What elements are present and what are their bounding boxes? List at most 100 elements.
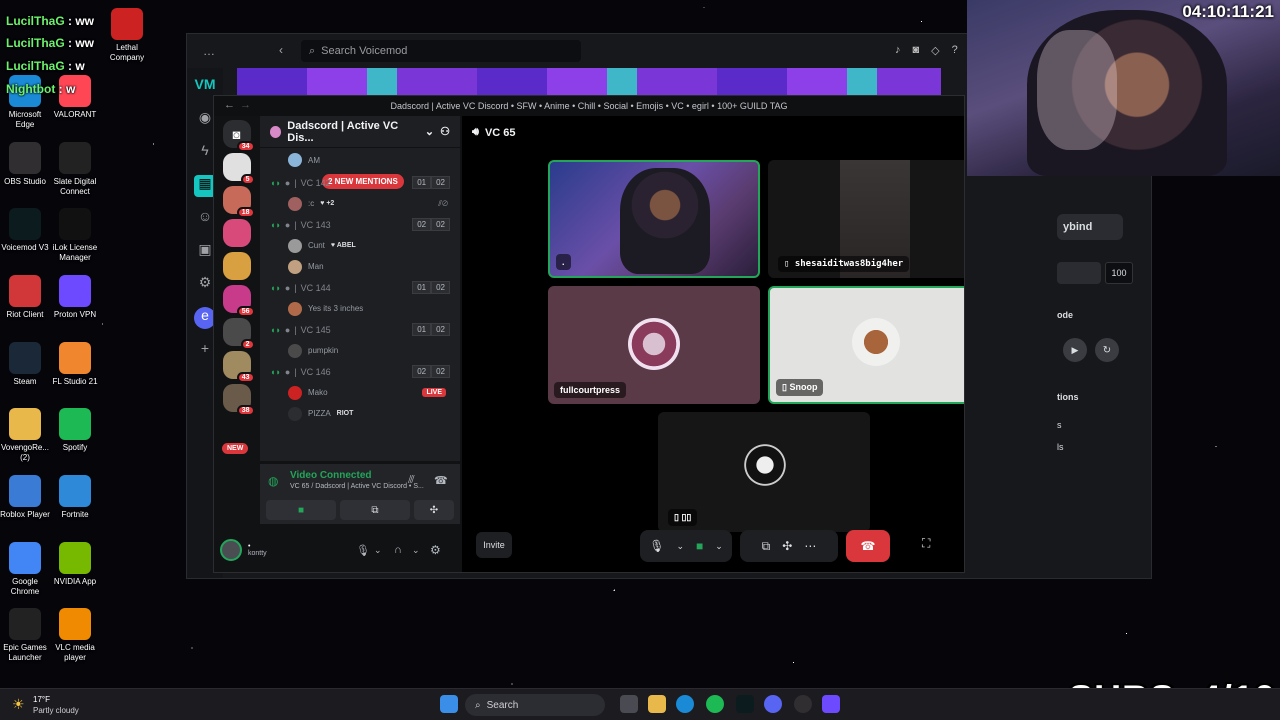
desktop-shortcut[interactable]: Roblox Player — [0, 475, 50, 520]
desktop-shortcut[interactable]: Google Chrome — [0, 542, 50, 597]
voice-channel[interactable]: ◖◗ ● | VC 142 01 02 — [260, 172, 460, 193]
option-item[interactable]: ls — [1057, 442, 1064, 452]
microphone-icon[interactable]: 🎙︎ — [649, 539, 664, 553]
avatar-tile[interactable]: fullcourtpress — [548, 286, 760, 404]
task-view-icon[interactable] — [620, 695, 638, 713]
weather-icon[interactable]: ☀ — [12, 696, 25, 713]
video-tile[interactable]: ▯ shesaiditwas8big4her — [768, 160, 964, 278]
proton-vpn-icon[interactable] — [822, 695, 840, 713]
bell-icon[interactable]: ♪ — [895, 44, 901, 57]
desktop-shortcut[interactable]: Lethal Company — [102, 8, 152, 63]
discord-home-icon[interactable]: ◙ 34 — [222, 120, 255, 152]
chevron-down-icon[interactable]: ⌄ — [715, 541, 723, 552]
desktop-shortcut[interactable]: Epic Games Launcher — [0, 608, 50, 663]
option-item[interactable]: s — [1057, 420, 1062, 430]
file-explorer-icon[interactable] — [648, 695, 666, 713]
avatar[interactable] — [220, 539, 242, 561]
server-icon[interactable]: 18 — [222, 186, 255, 218]
desktop-shortcut[interactable]: Slate Digital Connect — [50, 142, 100, 197]
forward-icon[interactable]: → — [240, 99, 251, 111]
disconnect-icon[interactable]: ☎ — [434, 474, 448, 487]
fullscreen-icon[interactable]: ⛶ — [922, 536, 930, 551]
server-icon[interactable]: 2 — [222, 318, 255, 350]
server-icon[interactable]: 56 — [222, 285, 255, 317]
weather-temp[interactable]: 17°F — [33, 695, 50, 704]
voicemod-search-input[interactable]: ⌕ Search Voicemod — [301, 40, 581, 62]
server-icon[interactable] — [222, 252, 251, 280]
discord-icon[interactable]: ◙ — [913, 44, 920, 57]
new-pill[interactable]: NEW — [222, 443, 249, 454]
voice-channel[interactable]: ◖◗ ● | VC 145 01 02 — [260, 319, 460, 340]
headphones-icon[interactable]: ∩ — [394, 544, 402, 556]
desktop-shortcut[interactable]: Spotify — [50, 408, 100, 453]
voice-user[interactable]: PIZZA RIOT — [260, 403, 460, 424]
play-button[interactable]: ▶ — [1063, 338, 1087, 362]
chevron-down-icon[interactable]: ⌄ — [412, 545, 420, 556]
activities-button[interactable]: ✣ — [414, 500, 454, 520]
voice-channel[interactable]: ◖◗ ● | VC 146 02 02 — [260, 361, 460, 382]
video-connected-status[interactable]: Video Connected — [290, 470, 372, 481]
voice-channel[interactable]: ◖◗ ● | VC 143 02 02 — [260, 214, 460, 235]
desktop-shortcut[interactable]: Proton VPN — [50, 275, 100, 320]
activities-icon[interactable]: ✣ — [782, 539, 792, 553]
more-icon[interactable]: … — [203, 44, 215, 58]
edge-icon[interactable] — [676, 695, 694, 713]
voice-user[interactable]: :c ♥ +2 ⫽⊘ — [260, 193, 460, 214]
help-icon[interactable]: ? — [952, 44, 958, 57]
server-icon[interactable]: 38 — [222, 384, 255, 416]
noise-suppression-icon[interactable]: ⫻ — [408, 474, 415, 487]
desktop-shortcut[interactable]: OBS Studio — [0, 142, 50, 187]
volume-slider[interactable] — [1057, 262, 1101, 284]
voicemod-icon[interactable] — [736, 695, 754, 713]
back-icon[interactable]: ‹ — [279, 43, 283, 57]
desktop-shortcut[interactable]: Voicemod V3 — [0, 208, 50, 253]
video-tile[interactable]: . — [548, 160, 760, 278]
add-member-icon[interactable]: ⚇ — [440, 125, 450, 138]
voice-user[interactable]: Cunt ♥ ABEL — [260, 235, 460, 256]
desktop-shortcut[interactable]: VLC media player — [50, 608, 100, 663]
invite-button[interactable]: Invite — [476, 532, 512, 558]
tag-icon[interactable]: ◇ — [931, 44, 939, 57]
voice-user[interactable]: pumpkin — [260, 340, 460, 361]
desktop-shortcut[interactable]: VovengoRe... (2) — [0, 408, 50, 463]
voice-user[interactable]: AM — [260, 148, 460, 172]
server-icon[interactable]: 5 — [222, 153, 255, 185]
camera-icon[interactable]: ■ — [696, 539, 703, 553]
microphone-icon[interactable]: 🎙︎ — [356, 544, 370, 557]
avatar-tile[interactable]: ▯ ▯▯ — [658, 412, 870, 532]
obs-icon[interactable] — [794, 695, 812, 713]
keybind-button[interactable]: ybind — [1057, 214, 1123, 240]
screenshare-icon[interactable]: ⧉ — [762, 539, 771, 554]
settings-icon[interactable]: ⚙ — [430, 543, 441, 557]
volume-value[interactable]: 100 — [1105, 262, 1133, 284]
avatar-tile[interactable]: ▯ Snoop — [768, 286, 964, 404]
loop-button[interactable]: ↻ — [1095, 338, 1119, 362]
chevron-down-icon[interactable]: ⌄ — [676, 541, 684, 552]
desktop-shortcut[interactable]: Riot Client — [0, 275, 50, 320]
voice-user[interactable]: Yes its 3 inches — [260, 298, 460, 319]
weather-desc[interactable]: Partly cloudy — [33, 706, 79, 715]
desktop-shortcut[interactable]: Steam — [0, 342, 50, 387]
add-server-icon[interactable] — [223, 417, 251, 445]
voice-user[interactable]: Man — [260, 256, 460, 277]
voicemod-banner[interactable] — [237, 68, 941, 96]
desktop-shortcut[interactable]: Fortnite — [50, 475, 100, 520]
start-icon[interactable] — [440, 695, 458, 713]
voice-channel[interactable]: ◖◗ ● | VC 144 01 02 — [260, 277, 460, 298]
desktop-shortcut[interactable]: NVIDIA App — [50, 542, 100, 587]
more-icon[interactable]: ⋯ — [804, 539, 816, 553]
back-icon[interactable]: ← — [224, 99, 235, 111]
spotify-icon[interactable] — [706, 695, 724, 713]
camera-button[interactable]: ■ — [266, 500, 336, 520]
leave-call-button[interactable]: ☎ — [846, 530, 890, 562]
voice-user[interactable]: Mako LIVE — [260, 382, 460, 403]
desktop-shortcut[interactable]: iLok License Manager — [50, 208, 100, 263]
server-icon[interactable] — [222, 219, 251, 247]
chevron-down-icon[interactable]: ⌄ — [374, 545, 382, 556]
screenshare-button[interactable]: ⧉ — [340, 500, 410, 520]
connected-channel[interactable]: VC 65 / Dadscord | Active VC Discord • S… — [290, 483, 424, 490]
taskbar-search-input[interactable]: ⌕ Search — [465, 694, 605, 716]
desktop-shortcut[interactable]: FL Studio 21 — [50, 342, 100, 387]
guild-header[interactable]: Dadscord | Active VC Dis... ⌄ ⚇ — [260, 116, 460, 148]
signal-icon[interactable]: ◍ — [268, 474, 278, 488]
